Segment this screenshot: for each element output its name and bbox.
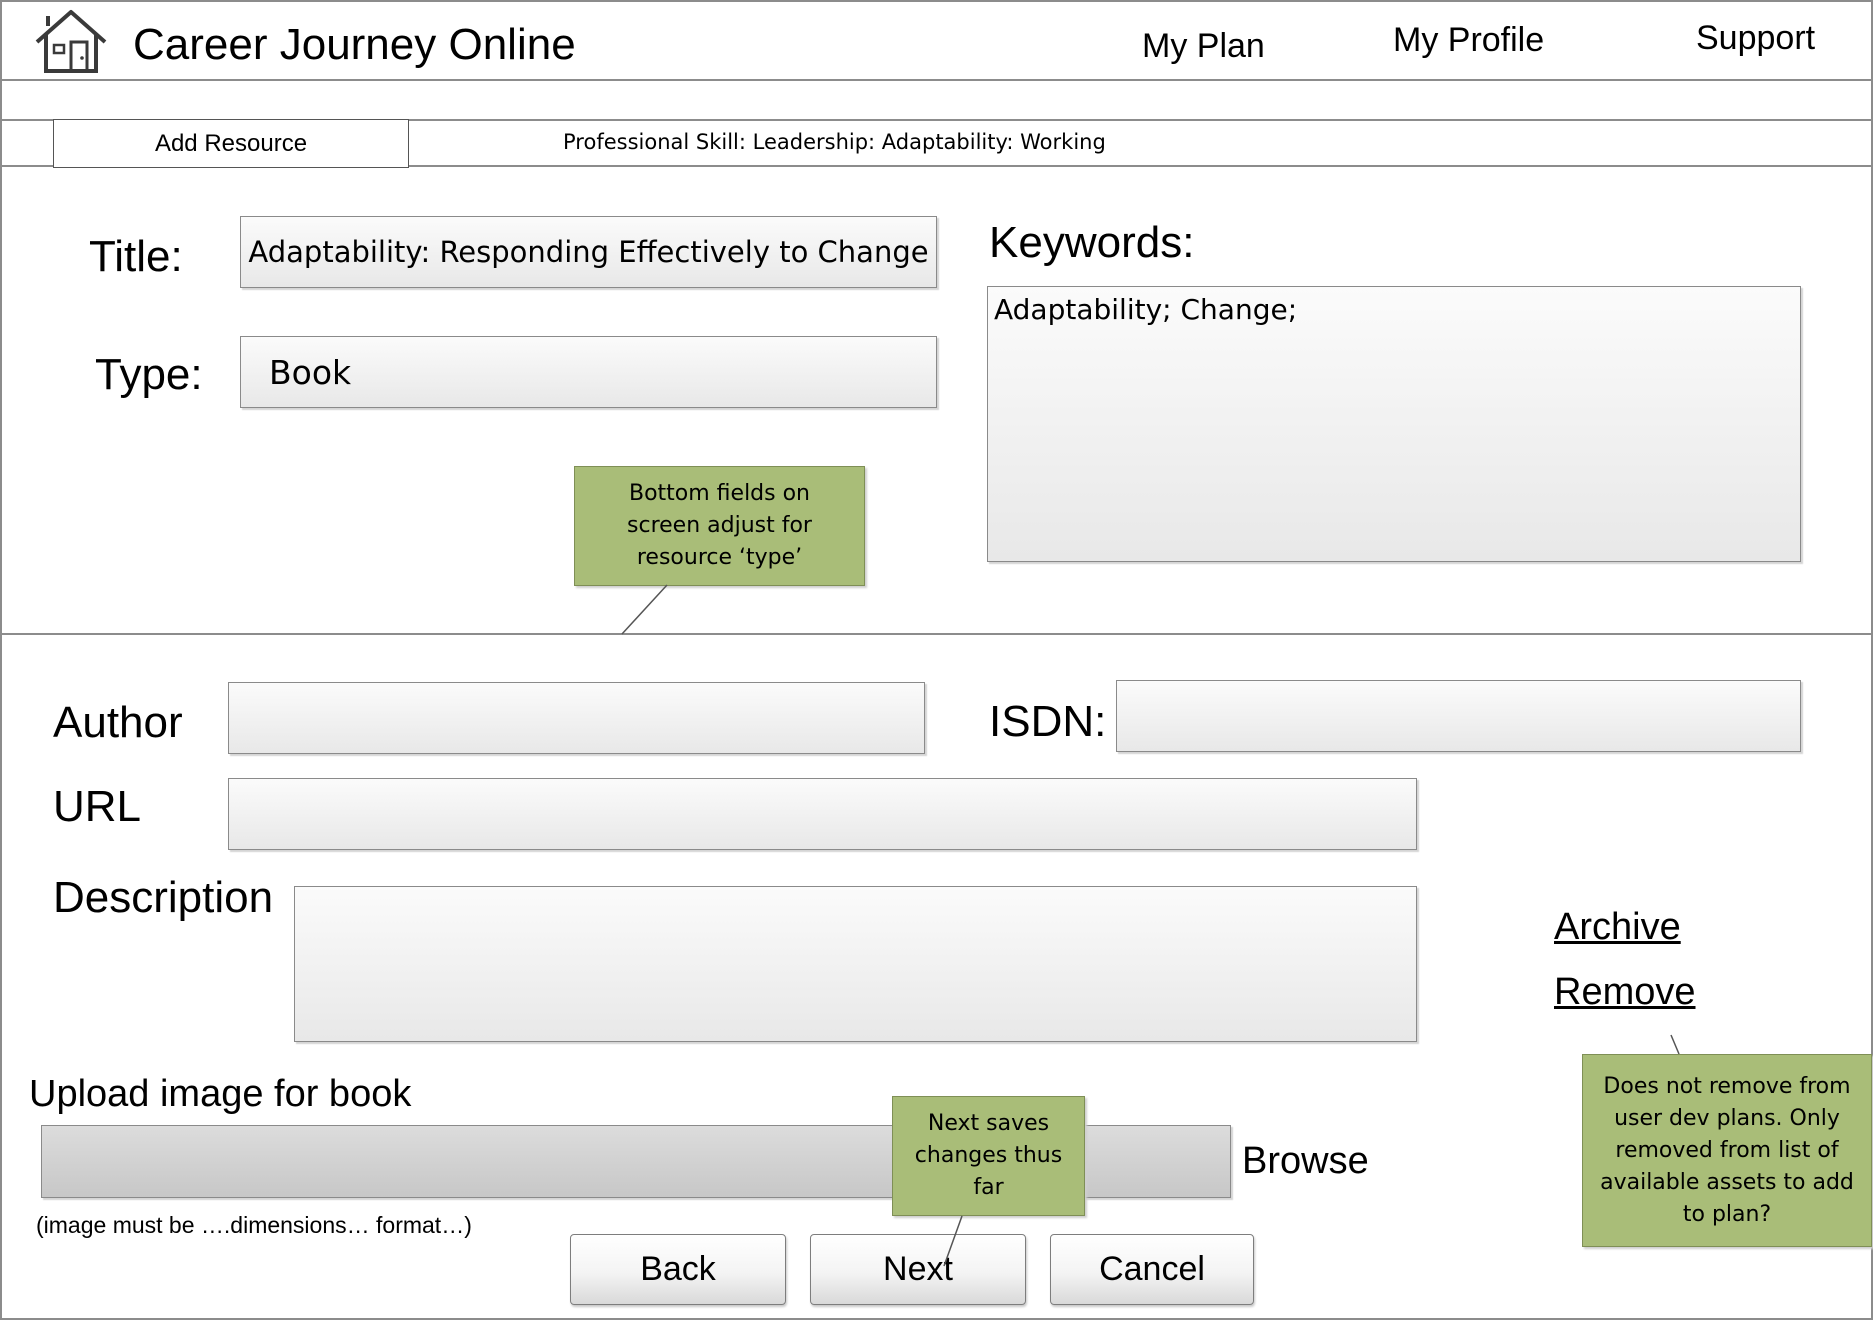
- tab-add-resource-label: Add Resource: [154, 129, 308, 157]
- url-label: URL: [53, 782, 142, 831]
- section-divider: [0, 633, 1873, 635]
- title-label: Title:: [89, 232, 183, 281]
- next-note-text: Next saves changes thus far: [914, 1111, 1063, 1200]
- back-button-label: Back: [640, 1250, 716, 1288]
- type-note-text: Bottom fields on screen adjust for resou…: [627, 481, 812, 570]
- cancel-button[interactable]: Cancel: [1050, 1234, 1254, 1305]
- description-field[interactable]: [294, 886, 1417, 1042]
- type-note-connector: [621, 584, 668, 635]
- nav-support[interactable]: Support: [1696, 19, 1815, 58]
- browse-button[interactable]: Browse: [1242, 1140, 1369, 1183]
- type-field[interactable]: Book: [240, 336, 937, 408]
- title-field-value: Adaptability: Responding Effectively to …: [248, 235, 929, 269]
- home-icon[interactable]: [34, 8, 108, 74]
- keywords-label: Keywords:: [989, 218, 1195, 267]
- type-field-value: Book: [269, 352, 352, 392]
- author-field[interactable]: [228, 682, 925, 754]
- nav-my-profile[interactable]: My Profile: [1393, 21, 1544, 60]
- remove-note-text: Does not remove from user dev plans. Onl…: [1600, 1074, 1854, 1227]
- next-button[interactable]: Next: [810, 1234, 1026, 1305]
- nav-my-plan[interactable]: My Plan: [1142, 27, 1265, 66]
- cancel-button-label: Cancel: [1099, 1250, 1205, 1288]
- next-note-connector: [943, 1215, 963, 1267]
- next-note: Next saves changes thus far: [892, 1096, 1085, 1216]
- app-title: Career Journey Online: [133, 20, 576, 69]
- description-label: Description: [53, 873, 274, 922]
- url-field[interactable]: [228, 778, 1417, 850]
- isdn-label: ISDN:: [989, 697, 1107, 746]
- author-label: Author: [53, 698, 183, 747]
- isdn-field[interactable]: [1116, 680, 1801, 752]
- archive-link[interactable]: Archive: [1554, 906, 1681, 949]
- tab-add-resource[interactable]: Add Resource: [53, 119, 409, 168]
- remove-note: Does not remove from user dev plans. Onl…: [1582, 1054, 1872, 1247]
- type-note: Bottom fields on screen adjust for resou…: [574, 466, 865, 586]
- type-label: Type:: [95, 350, 203, 399]
- upload-hint: (image must be ….dimensions… format…): [36, 1212, 472, 1238]
- title-field[interactable]: Adaptability: Responding Effectively to …: [240, 216, 937, 288]
- remove-note-connector: [1670, 1034, 1680, 1055]
- breadcrumb: Professional Skill: Leadership: Adaptabi…: [563, 130, 1106, 154]
- keywords-field[interactable]: Adaptability; Change;: [987, 286, 1801, 562]
- back-button[interactable]: Back: [570, 1234, 786, 1305]
- remove-link[interactable]: Remove: [1554, 971, 1696, 1014]
- keywords-field-value: Adaptability; Change;: [994, 293, 1298, 326]
- upload-label: Upload image for book: [29, 1073, 412, 1115]
